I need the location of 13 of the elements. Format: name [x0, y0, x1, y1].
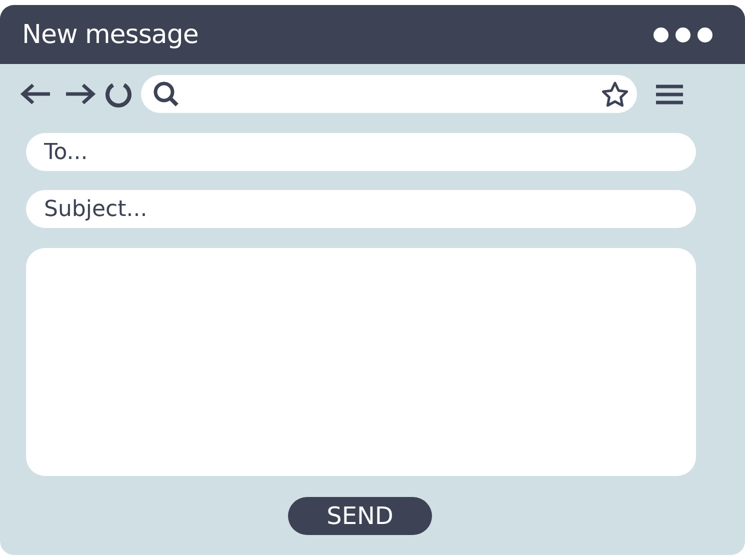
subject-field[interactable]: Subject... — [26, 190, 696, 228]
back-icon[interactable] — [20, 82, 52, 106]
reload-icon[interactable] — [105, 80, 132, 108]
forward-icon[interactable] — [64, 82, 96, 106]
send-button[interactable]: SEND — [288, 497, 432, 535]
more-icon[interactable] — [653, 26, 713, 42]
to-field[interactable]: To... — [26, 133, 696, 171]
star-icon[interactable] — [601, 80, 629, 108]
message-field[interactable] — [26, 248, 696, 476]
search-icon — [153, 81, 179, 107]
window-title: New message — [22, 20, 198, 50]
search-field[interactable] — [141, 75, 637, 113]
menu-icon[interactable] — [656, 84, 683, 104]
